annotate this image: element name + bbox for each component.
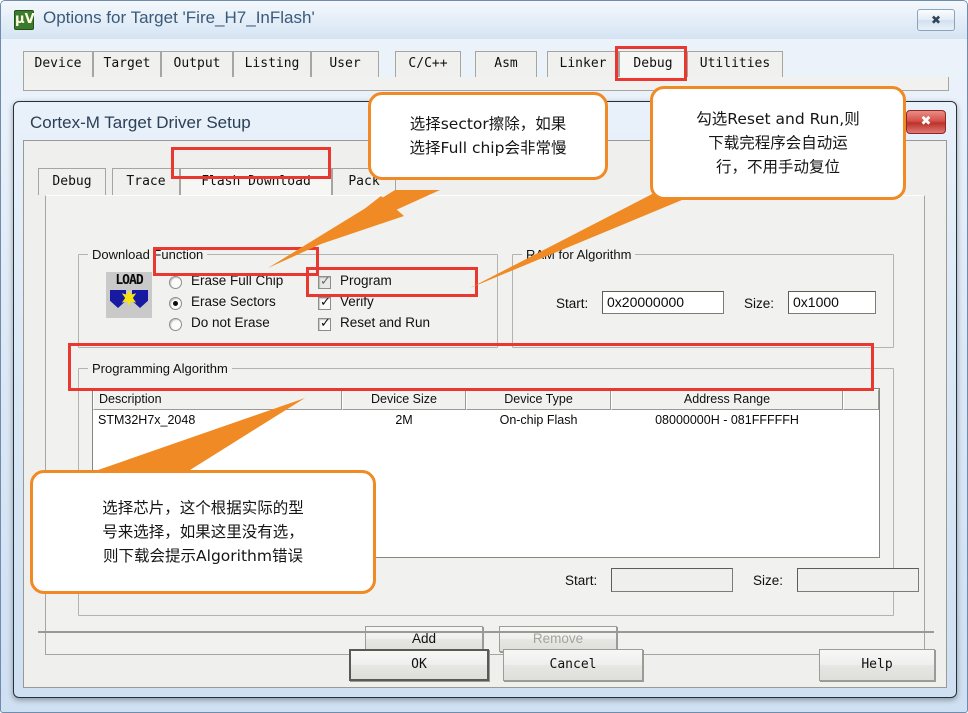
callout-reset-and-run-text: 勾选Reset and Run,则 下载完程序会自动运 行，不用手动复位 bbox=[696, 110, 860, 176]
callout-reset-and-run: 勾选Reset and Run,则 下载完程序会自动运 行，不用手动复位 bbox=[650, 86, 906, 200]
callout-erase-sectors-text: 选择sector擦除，如果 选择Full chip会非常慢 bbox=[409, 115, 567, 157]
callout-erase-sectors: 选择sector擦除，如果 选择Full chip会非常慢 bbox=[368, 92, 608, 180]
callout-select-chip: 选择芯片，这个根据实际的型 号来选择，如果这里没有选， 则下载会提示Algori… bbox=[30, 470, 376, 594]
callout-select-chip-text: 选择芯片，这个根据实际的型 号来选择，如果这里没有选， 则下载会提示Algori… bbox=[102, 499, 304, 565]
